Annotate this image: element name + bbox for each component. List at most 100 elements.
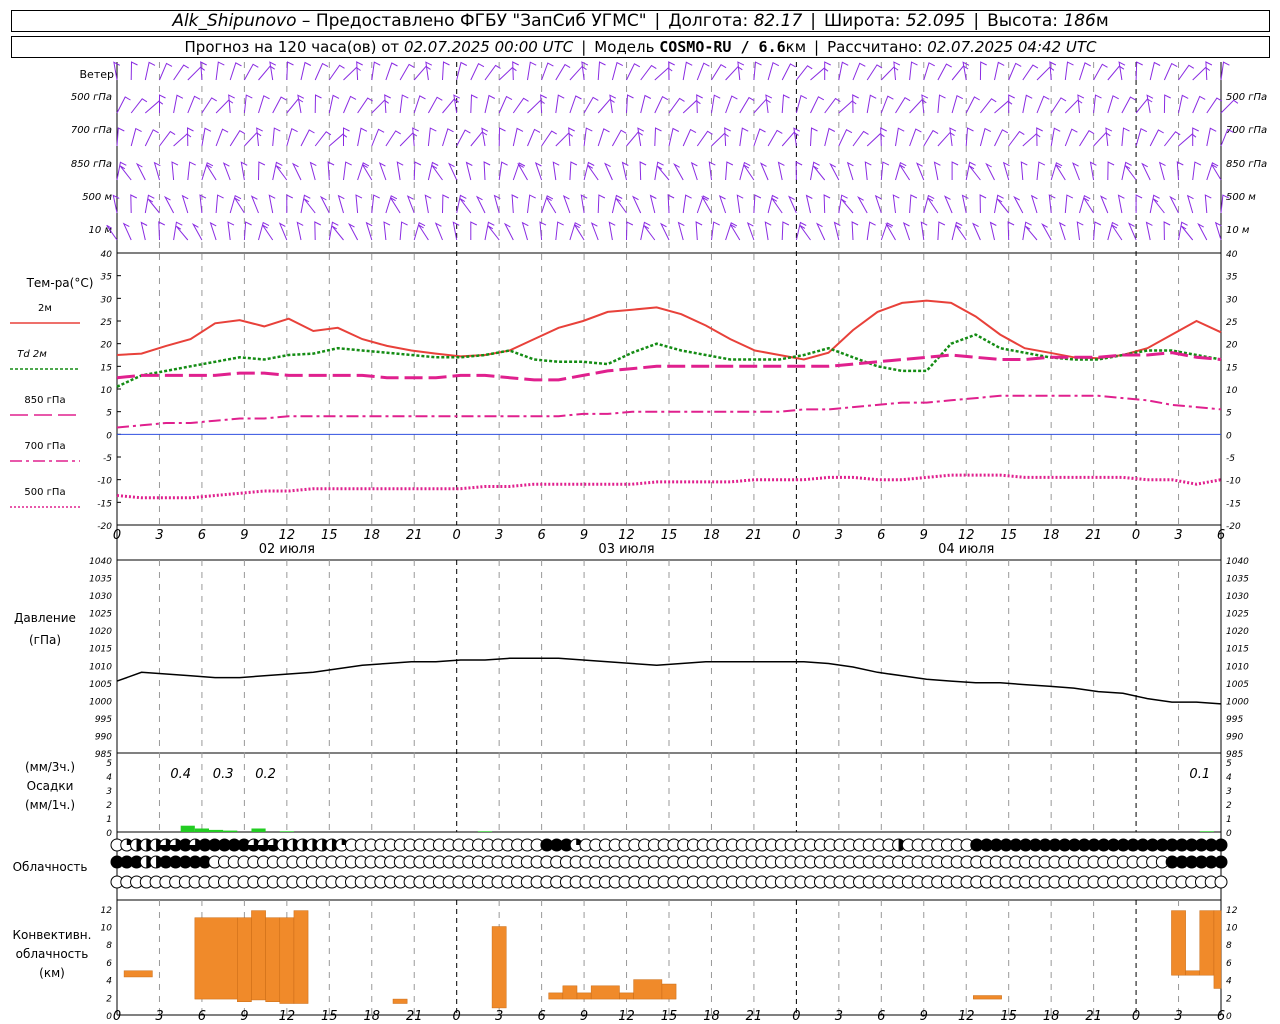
x-tick-label-bottom: 0 bbox=[1132, 1009, 1140, 1024]
wind-barb bbox=[314, 62, 329, 81]
wind-barb bbox=[739, 96, 755, 114]
wind-barb bbox=[1197, 222, 1208, 241]
conv-bar bbox=[661, 983, 677, 1000]
x-tick-label: 15 bbox=[321, 528, 338, 543]
wind-barb bbox=[272, 127, 281, 147]
wind-barb bbox=[781, 94, 790, 114]
wind-barb bbox=[1100, 195, 1109, 214]
wind-barb bbox=[268, 194, 276, 214]
wind-barb bbox=[777, 161, 785, 181]
wind-barb bbox=[1008, 62, 1022, 81]
wind-barb bbox=[682, 61, 693, 81]
x-tick-label-bottom: 15 bbox=[1000, 1009, 1017, 1024]
wind-barb bbox=[269, 61, 277, 81]
wind-barb bbox=[893, 61, 901, 81]
conv-bar bbox=[619, 992, 634, 1000]
wind-barb bbox=[1146, 94, 1154, 114]
wind-barb bbox=[511, 194, 519, 214]
wind-barb bbox=[682, 194, 692, 214]
wind-barb bbox=[980, 98, 997, 114]
wind-barb bbox=[1204, 194, 1212, 214]
temp-ytick-left: 0 bbox=[106, 431, 112, 441]
prec-bar bbox=[477, 831, 493, 832]
wind-barb bbox=[711, 221, 720, 241]
wind-barb bbox=[1093, 94, 1102, 114]
wind-barb bbox=[122, 222, 132, 241]
wind-barb bbox=[1022, 221, 1032, 241]
wind-barb bbox=[799, 224, 811, 241]
conv-bar bbox=[590, 985, 620, 1000]
conv-ytick-left: 8 bbox=[106, 941, 112, 951]
wind-barb bbox=[724, 127, 731, 147]
wind-barb bbox=[412, 127, 419, 147]
wind-barb bbox=[696, 130, 713, 147]
conv-bar bbox=[562, 985, 578, 1000]
cloud-cover-top bbox=[1214, 838, 1228, 852]
wind-barb bbox=[1025, 225, 1038, 241]
wind-barb bbox=[895, 97, 911, 114]
wind-barb bbox=[187, 161, 196, 181]
wind-barb bbox=[187, 95, 201, 114]
wind-barb bbox=[961, 194, 969, 214]
wind-barb bbox=[135, 162, 146, 181]
wind-barb bbox=[390, 197, 401, 214]
x-tick-label: 9 bbox=[580, 528, 588, 543]
wind-barb bbox=[899, 164, 911, 181]
temp-ytick-right: 20 bbox=[1226, 341, 1238, 351]
wind-barb bbox=[965, 161, 976, 181]
wind-barb bbox=[1111, 224, 1123, 241]
wind-barb bbox=[384, 94, 391, 114]
wind-barb bbox=[1041, 222, 1052, 241]
x-tick-label-bottom: 0 bbox=[453, 1009, 461, 1024]
wind-barb bbox=[175, 225, 189, 241]
wind-barb bbox=[569, 161, 578, 181]
prec-3h-label: 0.3 bbox=[213, 767, 234, 782]
pres-ytick-right: 995 bbox=[1226, 715, 1243, 725]
wind-barb bbox=[278, 222, 288, 241]
wind-barb bbox=[994, 129, 1009, 147]
wind-barb bbox=[597, 194, 606, 214]
wind-barb bbox=[813, 165, 826, 181]
wind-barb bbox=[880, 161, 890, 181]
wind-barb bbox=[1079, 62, 1091, 81]
wind-barb bbox=[611, 129, 627, 147]
wind-barb bbox=[319, 195, 330, 214]
series-legend-label: Td 2м bbox=[17, 349, 47, 360]
wind-barb bbox=[272, 96, 287, 114]
x-tick-label: 18 bbox=[363, 528, 380, 543]
wind-barb bbox=[743, 164, 755, 181]
wind-barb bbox=[795, 94, 808, 114]
wind-barb bbox=[296, 221, 304, 241]
wind-barb bbox=[144, 61, 156, 81]
cloud-cover-middle bbox=[1214, 855, 1228, 869]
x-tick-label: 6 bbox=[877, 528, 885, 543]
pres-ytick-right: 1025 bbox=[1226, 610, 1249, 620]
wind-barb bbox=[272, 161, 283, 181]
wind-barb bbox=[1050, 97, 1067, 114]
temp-ytick-right: -20 bbox=[1226, 522, 1241, 532]
wind-barb bbox=[314, 94, 322, 114]
wind-level-label-right: 700 гПа bbox=[1226, 125, 1267, 136]
x-tick-label-bottom: 12 bbox=[618, 1009, 635, 1024]
wind-barb bbox=[824, 127, 836, 147]
x-tick-label: 9 bbox=[240, 528, 248, 543]
wind-barb bbox=[1178, 94, 1189, 114]
prec-ytick-left: 0 bbox=[106, 829, 112, 839]
wind-barb bbox=[1164, 131, 1181, 147]
wind-barb bbox=[1013, 195, 1024, 214]
wind-barb bbox=[470, 63, 485, 81]
wind-barb bbox=[765, 94, 773, 114]
conv-ytick-left: 10 bbox=[101, 924, 113, 934]
pres-ytick-left: 1030 bbox=[89, 592, 112, 602]
wind-barb bbox=[673, 162, 684, 181]
wind-barb bbox=[682, 128, 697, 147]
wind-barb bbox=[1135, 194, 1143, 213]
wind-barb bbox=[297, 94, 305, 114]
temp-ytick-right: 30 bbox=[1226, 295, 1238, 305]
wind-barb bbox=[1192, 161, 1202, 181]
wind-barb bbox=[764, 221, 772, 241]
wind-barb bbox=[215, 61, 225, 81]
temp-ytick-right: 0 bbox=[1226, 431, 1232, 441]
wind-barb bbox=[852, 130, 869, 147]
wind-barb bbox=[737, 61, 745, 81]
